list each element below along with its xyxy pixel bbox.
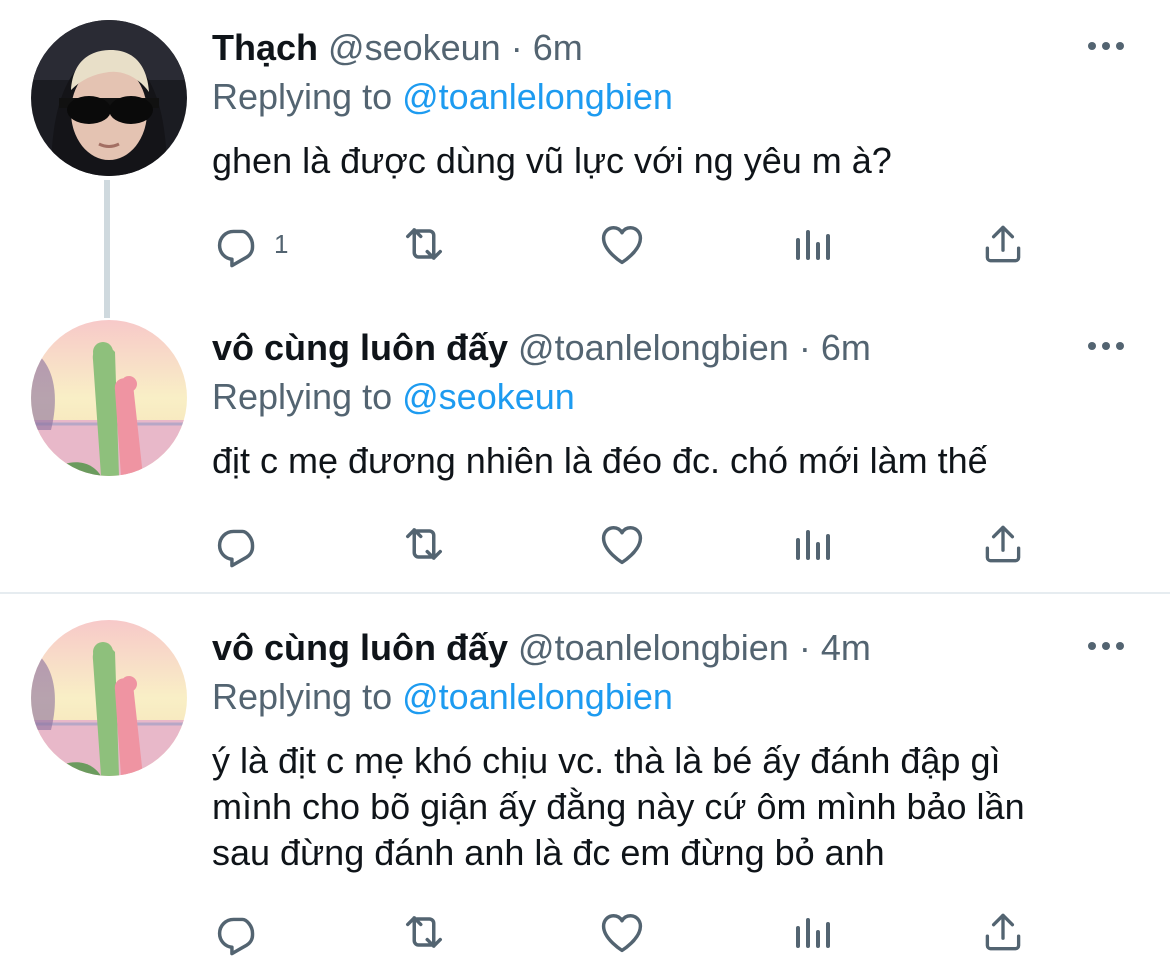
display-name[interactable]: vô cùng luôn đấy <box>212 327 508 368</box>
more-icon[interactable] <box>1086 640 1126 652</box>
reply-button[interactable] <box>212 906 274 958</box>
tweet-text: địt c mẹ đương nhiên là đéo đc. chó mới … <box>212 440 988 481</box>
separator-dot: · <box>798 327 811 368</box>
heart-icon <box>596 518 648 570</box>
share-icon <box>978 218 1028 270</box>
mention-link[interactable]: @seokeun <box>402 376 575 417</box>
tweet-text-line: ý là địt c mẹ khó chịu vc. thà là bé ấy … <box>212 740 1001 781</box>
timestamp[interactable]: 4m <box>821 627 871 668</box>
reply-icon <box>212 518 264 570</box>
retweet-button[interactable] <box>398 906 450 958</box>
analytics-button[interactable] <box>788 906 836 958</box>
analytics-icon <box>788 518 836 570</box>
timestamp[interactable]: 6m <box>533 27 583 68</box>
action-bar: 1 <box>212 218 1042 270</box>
tweet-text-line: mình cho bõ giận ấy đằng này cứ ôm mình … <box>212 786 1025 827</box>
reply-icon <box>212 218 264 270</box>
tweet[interactable]: vô cùng luôn đấy @toanlelongbien · 4m Re… <box>0 600 1170 976</box>
timestamp[interactable]: 6m <box>821 327 871 368</box>
analytics-button[interactable] <box>788 518 836 570</box>
reply-icon <box>212 906 264 958</box>
replying-label: Replying to <box>212 376 393 417</box>
tweet-header: Thạch @seokeun · 6m <box>212 26 583 70</box>
replying-to: Replying to @toanlelongbien <box>212 675 673 719</box>
tweet-text: ý là địt c mẹ khó chịu vc. thà là bé ấy … <box>212 738 1132 876</box>
share-button[interactable] <box>978 218 1028 270</box>
reply-button[interactable] <box>212 518 274 570</box>
share-icon <box>978 906 1028 958</box>
retweet-icon <box>398 906 450 958</box>
tweet-text: ghen là được dùng vũ lực với ng yêu m à? <box>212 140 892 181</box>
avatar[interactable] <box>31 320 187 476</box>
retweet-button[interactable] <box>398 218 450 270</box>
retweet-icon <box>398 518 450 570</box>
action-bar <box>212 906 1042 958</box>
like-button[interactable] <box>596 906 648 958</box>
like-button[interactable] <box>596 218 648 270</box>
separator-dot: · <box>798 627 811 668</box>
more-icon[interactable] <box>1086 40 1126 52</box>
tweet-text-line: sau đừng đánh anh là đc em đừng bỏ anh <box>212 832 885 873</box>
display-name[interactable]: Thạch <box>212 27 318 68</box>
heart-icon <box>596 906 648 958</box>
replying-to: Replying to @seokeun <box>212 375 575 419</box>
more-icon[interactable] <box>1086 340 1126 352</box>
reply-count: 1 <box>274 228 289 259</box>
replying-label: Replying to <box>212 676 393 717</box>
replying-to: Replying to @toanlelongbien <box>212 75 673 119</box>
tweet-header: vô cùng luôn đấy @toanlelongbien · 4m <box>212 626 871 670</box>
retweet-icon <box>398 218 450 270</box>
analytics-icon <box>788 906 836 958</box>
tweet-header: vô cùng luôn đấy @toanlelongbien · 6m <box>212 326 871 370</box>
like-button[interactable] <box>596 518 648 570</box>
mention-link[interactable]: @toanlelongbien <box>402 76 673 117</box>
divider <box>0 592 1170 594</box>
analytics-button[interactable] <box>788 218 836 270</box>
reply-button[interactable]: 1 <box>212 218 288 270</box>
user-handle[interactable]: @seokeun <box>328 27 501 68</box>
action-bar <box>212 518 1042 570</box>
replying-label: Replying to <box>212 76 393 117</box>
share-button[interactable] <box>978 906 1028 958</box>
heart-icon <box>596 218 648 270</box>
user-handle[interactable]: @toanlelongbien <box>518 327 789 368</box>
share-icon <box>978 518 1028 570</box>
avatar[interactable] <box>31 620 187 776</box>
display-name[interactable]: vô cùng luôn đấy <box>212 627 508 668</box>
mention-link[interactable]: @toanlelongbien <box>402 676 673 717</box>
analytics-icon <box>788 218 836 270</box>
tweet[interactable]: Thạch @seokeun · 6m Replying to @toanlel… <box>0 0 1170 300</box>
avatar[interactable] <box>31 20 187 176</box>
user-handle[interactable]: @toanlelongbien <box>518 627 789 668</box>
share-button[interactable] <box>978 518 1028 570</box>
tweet[interactable]: vô cùng luôn đấy @toanlelongbien · 6m Re… <box>0 300 1170 590</box>
retweet-button[interactable] <box>398 518 450 570</box>
separator-dot: · <box>510 27 523 68</box>
